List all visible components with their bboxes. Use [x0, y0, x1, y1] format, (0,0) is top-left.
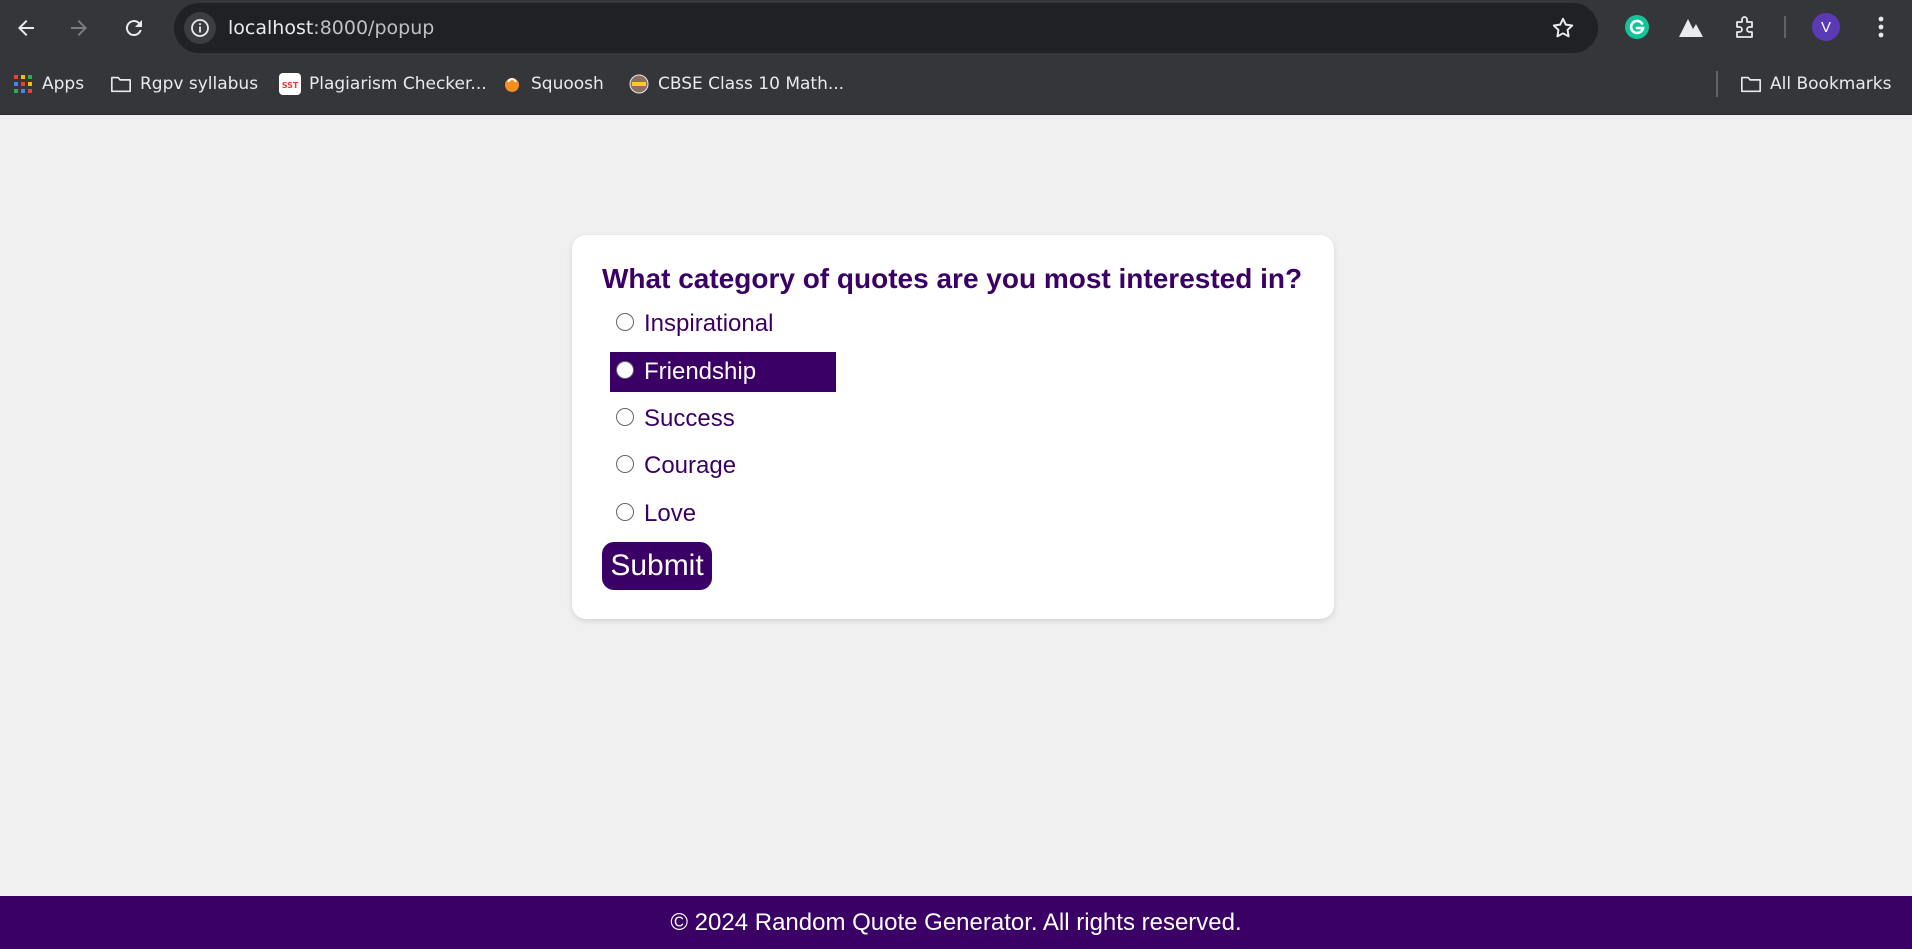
- reload-button[interactable]: [117, 11, 151, 45]
- apps-grid-icon: [12, 73, 34, 95]
- radio-button[interactable]: [616, 503, 634, 521]
- cbse-favicon-icon: [628, 73, 650, 95]
- radio-button[interactable]: [616, 361, 634, 379]
- option-inspirational[interactable]: Inspirational: [610, 304, 836, 344]
- browser-menu-icon[interactable]: [1866, 12, 1896, 42]
- option-courage[interactable]: Courage: [610, 446, 836, 486]
- option-label: Inspirational: [644, 310, 774, 337]
- bookmark-label: Rgpv syllabus: [140, 74, 259, 94]
- browser-toolbar: localhost:8000/popup V: [0, 0, 1912, 55]
- radio-button[interactable]: [616, 408, 634, 426]
- footer-text: © 2024 Random Quote Generator. All right…: [670, 908, 1242, 936]
- all-bookmarks-button[interactable]: All Bookmarks: [1740, 71, 1891, 97]
- bookmark-star-icon[interactable]: [1550, 15, 1576, 41]
- forward-button[interactable]: [62, 11, 96, 45]
- quiz-question: What category of quotes are you most int…: [602, 263, 1303, 294]
- svg-text:SST: SST: [282, 81, 299, 90]
- sst-favicon-icon: SST: [279, 73, 301, 95]
- option-friendship[interactable]: Friendship: [610, 352, 836, 392]
- arrow-left-icon: [18, 20, 34, 36]
- back-button[interactable]: [9, 11, 43, 45]
- option-label: Friendship: [644, 358, 757, 385]
- grammarly-extension-icon[interactable]: [1622, 12, 1652, 42]
- option-success[interactable]: Success: [610, 399, 836, 439]
- bookmark-label: Plagiarism Checker...: [309, 74, 487, 94]
- radio-button[interactable]: [616, 313, 634, 331]
- bookmark-label: Apps: [42, 74, 85, 94]
- bookmark-label: Squoosh: [531, 74, 604, 94]
- option-label: Love: [644, 500, 697, 527]
- quiz-card: What category of quotes are you most int…: [572, 235, 1334, 619]
- arrow-right-icon: [71, 20, 87, 36]
- option-love[interactable]: Love: [610, 494, 836, 534]
- bookmark-label: CBSE Class 10 Math...: [658, 74, 845, 94]
- toolbar-divider: [1784, 16, 1786, 38]
- all-bookmarks-label: All Bookmarks: [1770, 74, 1892, 94]
- folder-icon: [110, 73, 132, 95]
- bookmark-squoosh[interactable]: Squoosh: [501, 71, 604, 97]
- bookmark-rgpv-syllabus[interactable]: Rgpv syllabus: [110, 71, 258, 97]
- reload-icon: [125, 20, 142, 37]
- bookmarks-divider: [1716, 71, 1718, 97]
- submit-button[interactable]: Submit: [602, 542, 712, 590]
- bookmark-plagiarism-checker[interactable]: SST Plagiarism Checker...: [279, 71, 487, 97]
- page-footer: © 2024 Random Quote Generator. All right…: [0, 896, 1912, 949]
- option-label: Success: [644, 405, 735, 432]
- site-info-button[interactable]: [184, 12, 216, 44]
- mountain-extension-icon[interactable]: [1676, 12, 1706, 42]
- profile-avatar[interactable]: V: [1812, 13, 1840, 41]
- address-bar[interactable]: localhost:8000/popup: [174, 3, 1598, 53]
- bookmarks-bar: Apps Rgpv syllabus SST Plagiarism Checke…: [0, 55, 1912, 115]
- url-path: :8000/popup: [313, 17, 435, 39]
- option-label: Courage: [644, 452, 737, 479]
- url-host: localhost: [228, 17, 314, 39]
- info-icon: [191, 19, 209, 37]
- bookmark-cbse-math[interactable]: CBSE Class 10 Math...: [628, 71, 844, 97]
- bookmark-apps[interactable]: Apps: [12, 71, 84, 97]
- radio-button[interactable]: [616, 455, 634, 473]
- url-text[interactable]: localhost:8000/popup: [228, 17, 434, 39]
- squoosh-favicon-icon: [501, 73, 523, 95]
- puzzle-extensions-icon[interactable]: [1731, 12, 1761, 42]
- folder-icon: [1740, 73, 1762, 95]
